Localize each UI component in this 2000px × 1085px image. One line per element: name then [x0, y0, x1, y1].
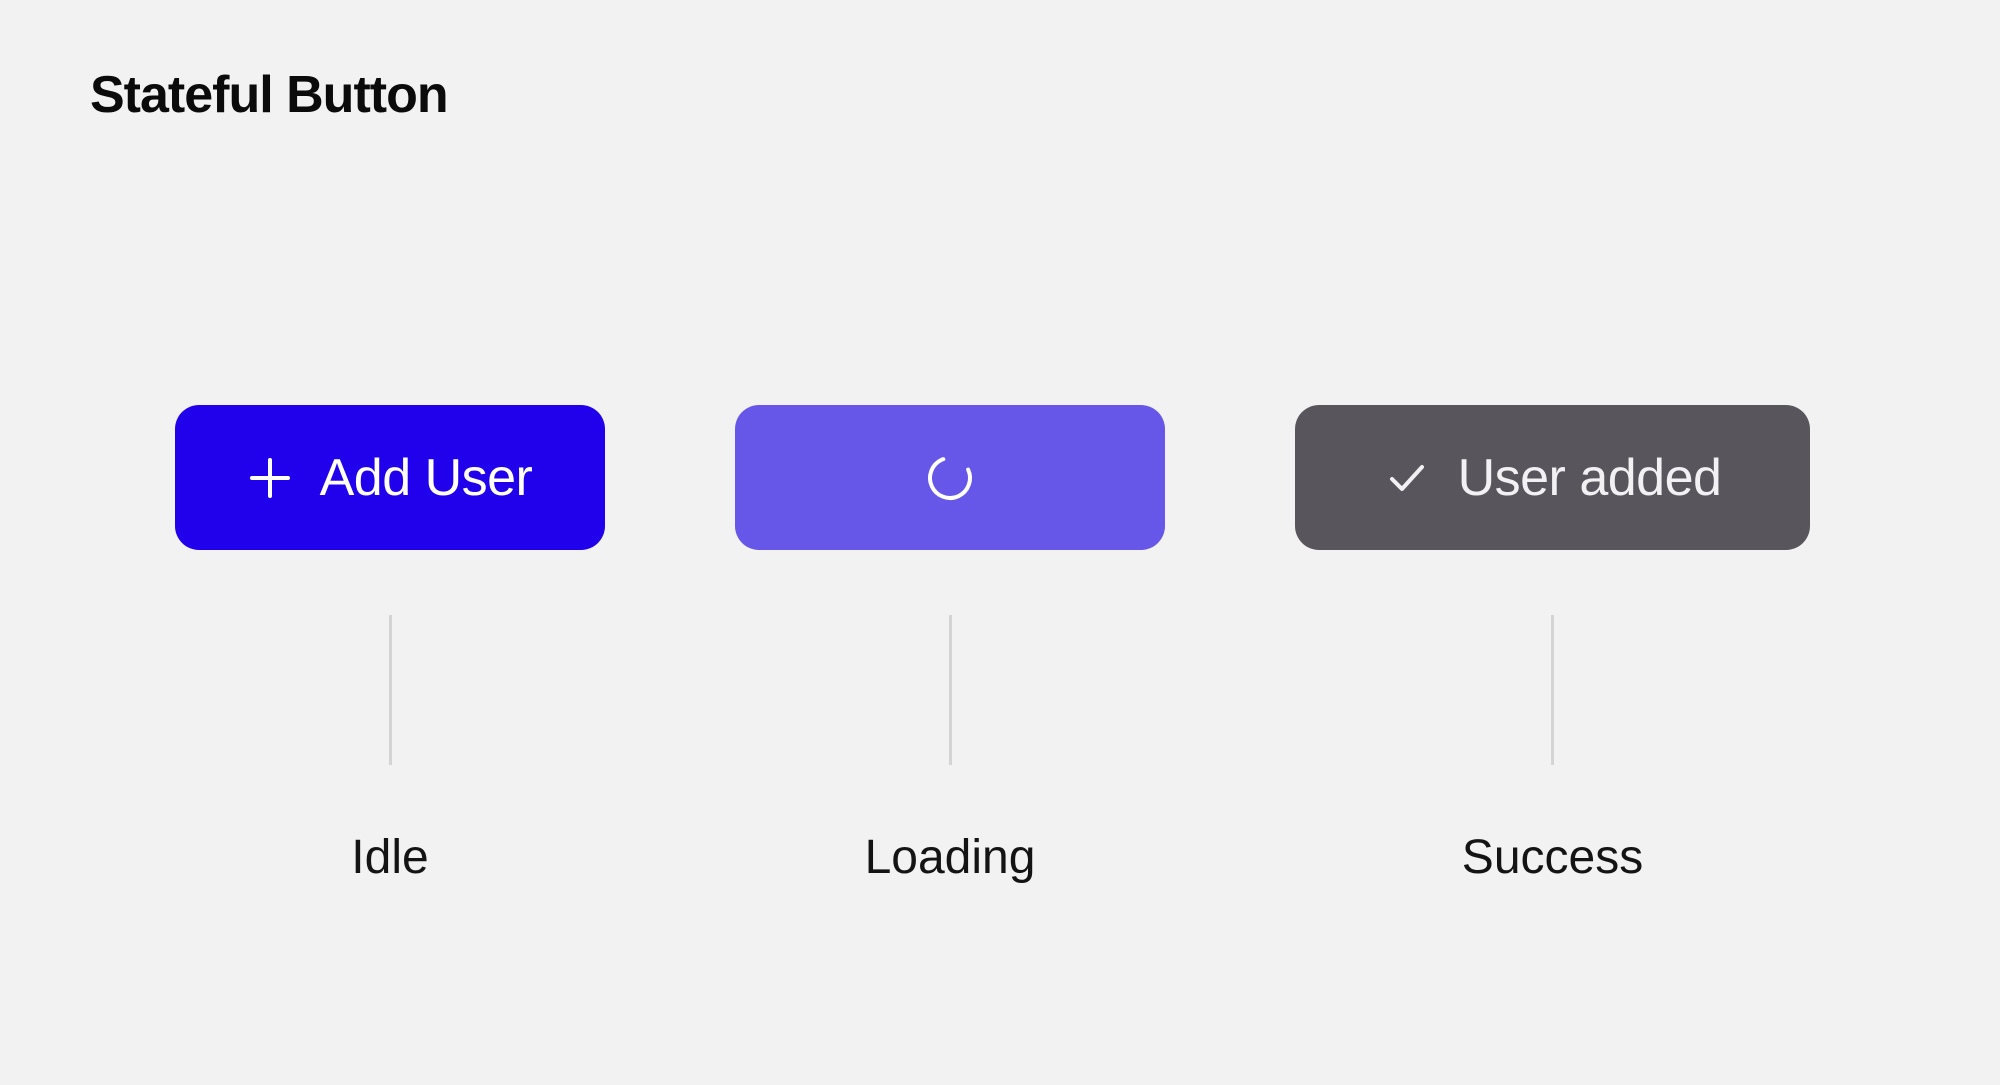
add-user-button-idle-label: Add User	[320, 448, 533, 508]
page-title: Stateful Button	[90, 65, 448, 125]
add-user-button-success-label: User added	[1458, 448, 1722, 508]
state-label-idle: Idle	[351, 830, 428, 885]
state-col-success: User added Success	[1295, 405, 1810, 885]
connector-line	[949, 615, 952, 765]
state-label-loading: Loading	[865, 830, 1036, 885]
state-col-idle: Add User Idle	[175, 405, 605, 885]
state-label-success: Success	[1462, 830, 1643, 885]
states-row: Add User Idle Loading User added Suc	[0, 405, 2000, 885]
add-user-button-success[interactable]: User added	[1295, 405, 1810, 550]
connector-line	[389, 615, 392, 765]
check-icon	[1384, 455, 1430, 501]
add-user-button-loading	[735, 405, 1165, 550]
spinner-icon	[925, 453, 975, 503]
plus-icon	[248, 456, 292, 500]
state-col-loading: Loading	[735, 405, 1165, 885]
connector-line	[1551, 615, 1554, 765]
add-user-button-idle[interactable]: Add User	[175, 405, 605, 550]
